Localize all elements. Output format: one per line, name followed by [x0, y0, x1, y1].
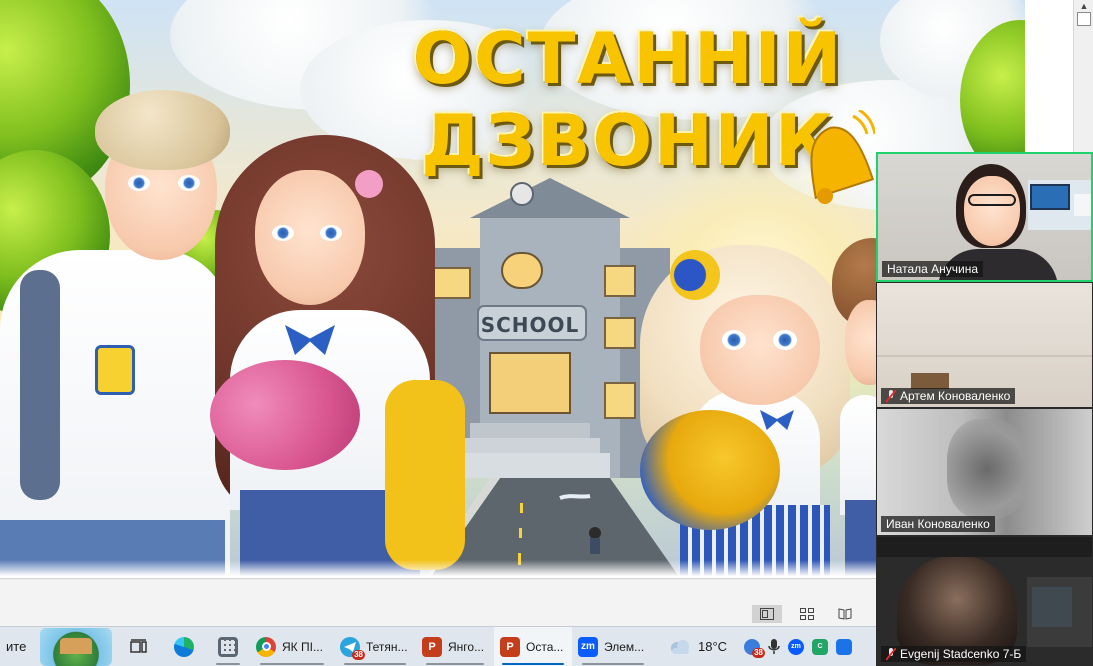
participant-name: Иван Коноваленко: [886, 517, 990, 531]
calculator-button[interactable]: [206, 627, 250, 666]
participant-name-tag: Evgenij Stadcenko 7-Б: [881, 646, 1027, 662]
mic-muted-icon: [886, 647, 896, 661]
scroll-up-arrow-icon[interactable]: ▲: [1077, 2, 1091, 11]
widgets-icon: [40, 627, 112, 666]
scroll-thumb[interactable]: [1077, 12, 1091, 26]
telegram-taskbar-item[interactable]: 38 Тетян...: [334, 627, 416, 666]
normal-view-icon[interactable]: [752, 605, 782, 623]
calculator-icon: [218, 636, 238, 657]
tray-app-icon[interactable]: 38: [744, 638, 765, 658]
edge-button[interactable]: [162, 627, 206, 666]
system-tray: 38 zm C: [734, 627, 858, 666]
zoom-taskbar-item[interactable]: zm Элем...: [572, 627, 654, 666]
search-text: ите: [6, 639, 27, 654]
telegram-icon: 38: [340, 636, 365, 660]
reading-view-icon[interactable]: [830, 605, 860, 623]
powerpoint-icon: P: [500, 636, 520, 657]
zoom-icon: zm: [578, 636, 598, 657]
weather-widget[interactable]: 18°C: [654, 627, 734, 666]
widgets-thumbnail[interactable]: [40, 627, 116, 666]
chrome-taskbar-item[interactable]: ЯК ПІ...: [250, 627, 334, 666]
school-sign: SCHOOL: [480, 313, 580, 337]
chrome-icon: [256, 636, 276, 657]
search-box[interactable]: ите: [0, 627, 40, 666]
participant-tile-1[interactable]: Натала Анучина: [876, 152, 1093, 282]
tray-badge: 38: [752, 647, 765, 658]
slide-sorter-view-icon[interactable]: [792, 605, 822, 623]
windows-taskbar: ите ЯК ПІ... 38 Тетян... P Янго... P Ост…: [0, 626, 876, 666]
powerpoint-label-2: Оста...: [526, 639, 564, 654]
green-tray-icon[interactable]: C: [812, 638, 828, 655]
zoom-tray-icon[interactable]: zm: [788, 638, 804, 655]
participant-name-tag: Натала Анучина: [882, 261, 984, 277]
participant-name: Натала Анучина: [887, 262, 979, 276]
microphone-icon[interactable]: [768, 638, 780, 655]
task-view-button[interactable]: [116, 627, 162, 666]
cloud-weather-icon: [671, 639, 689, 654]
participant-name: Артем Коноваленко: [900, 389, 1011, 403]
screen: SCHOOL ОСТАННІЙ ДЗВОНИК ▲ ите ЯК ПІ... 3…: [0, 0, 1093, 666]
participant-tile-4[interactable]: Evgenij Stadcenko 7-Б: [876, 536, 1093, 666]
powerpoint-taskbar-item-2[interactable]: P Оста...: [494, 626, 572, 666]
vertical-scrollbar[interactable]: ▲: [1073, 0, 1093, 152]
telegram-unread-badge: 38: [352, 649, 365, 660]
participant-tile-2[interactable]: Артем Коноваленко: [876, 282, 1093, 408]
title-line-1: ОСТАННІЙ: [412, 18, 844, 100]
edge-icon: [174, 636, 194, 657]
zoom-label: Элем...: [604, 639, 645, 654]
bell-icon: [810, 110, 875, 204]
blue-tray-icon[interactable]: [836, 638, 852, 655]
task-view-icon: [130, 638, 147, 653]
presentation-status-bar: [0, 578, 876, 626]
chrome-label: ЯК ПІ...: [282, 639, 323, 654]
participant-name: Evgenij Stadcenko 7-Б: [900, 647, 1022, 661]
presentation-slide: SCHOOL ОСТАННІЙ ДЗВОНИК: [0, 0, 1025, 578]
powerpoint-icon: P: [422, 636, 442, 657]
telegram-label: Тетян...: [366, 639, 408, 654]
video-participants-panel: Натала Анучина Артем Коноваленко Иван Ко…: [876, 152, 1093, 666]
powerpoint-label-1: Янго...: [448, 639, 485, 654]
participant-name-tag: Иван Коноваленко: [881, 516, 995, 532]
participant-name-tag: Артем Коноваленко: [881, 388, 1016, 404]
weather-temperature: 18°C: [698, 639, 728, 654]
mic-muted-icon: [886, 389, 896, 403]
participant-tile-3[interactable]: Иван Коноваленко: [876, 408, 1093, 536]
powerpoint-taskbar-item-1[interactable]: P Янго...: [416, 627, 494, 666]
